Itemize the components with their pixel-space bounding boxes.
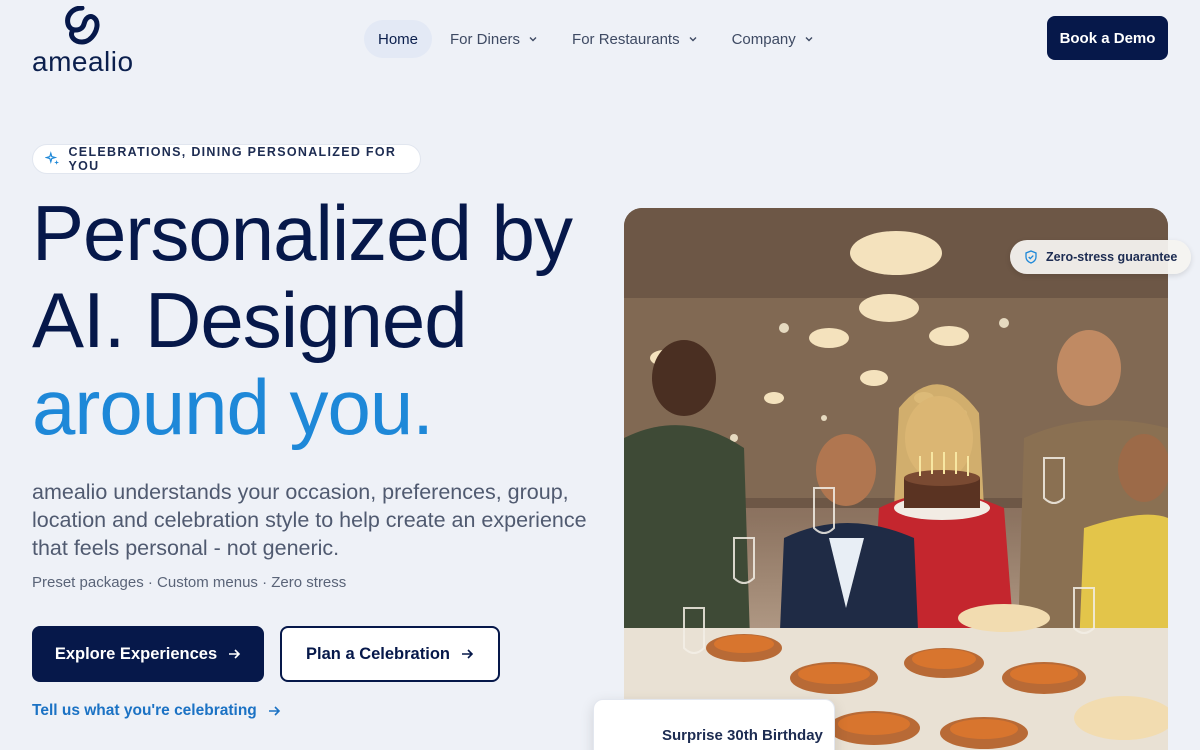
button-label: Plan a Celebration — [306, 644, 450, 663]
shield-check-icon — [1025, 250, 1037, 264]
celebrating-link[interactable]: Tell us what you're celebrating — [32, 702, 281, 720]
nav-item-label: Home — [378, 30, 419, 48]
brand-name: amealio — [32, 46, 134, 77]
chevron-down-icon — [529, 37, 537, 42]
zero-stress-label: Zero-stress guarantee — [1046, 250, 1178, 264]
hero-subtext: Preset packages · Custom menus · Zero st… — [32, 574, 347, 591]
button-label: Explore Experiences — [54, 644, 218, 663]
nav-item-label: Company — [731, 30, 796, 48]
arrow-right-icon — [461, 649, 474, 659]
hero-description: amealio understands your occasion, prefe… — [32, 480, 587, 560]
main-nav: Home For Diners For Restaurants Company — [364, 20, 834, 58]
zero-stress-badge: Zero-stress guarantee — [1010, 240, 1191, 274]
hero-badge-label: CELEBRATIONS, DINING PERSONALIZED FOR YO… — [68, 145, 397, 173]
nav-item-for-diners[interactable]: For Diners — [436, 20, 552, 58]
hero-image — [624, 208, 1168, 750]
sparkle-icon — [45, 151, 60, 165]
book-demo-button[interactable]: Book a Demo — [1047, 16, 1168, 60]
hero-badge: CELEBRATIONS, DINING PERSONALIZED FOR YO… — [32, 144, 421, 174]
nav-item-company[interactable]: Company — [718, 20, 828, 58]
celebration-card-title: Surprise 30th Birthday — [662, 727, 823, 744]
plan-celebration-button[interactable]: Plan a Celebration — [280, 626, 500, 682]
headline-accent: around you. — [32, 363, 434, 451]
nav-item-home[interactable]: Home — [364, 20, 433, 58]
headline-line-2: AI. Designed — [32, 276, 468, 364]
explore-experiences-button[interactable]: Explore Experiences — [32, 626, 264, 682]
nav-item-label: For Restaurants — [572, 30, 680, 48]
brand-logo[interactable]: amealio — [32, 6, 133, 77]
arrow-right-icon — [229, 649, 241, 659]
headline-line-1: Personalized by — [32, 189, 573, 277]
chevron-down-icon — [805, 37, 813, 42]
nav-item-for-restaurants[interactable]: For Restaurants — [558, 20, 712, 58]
celebration-photo-illustration — [624, 208, 1168, 750]
arrow-right-icon — [268, 706, 280, 716]
celebration-card[interactable]: Surprise 30th Birthday — [593, 699, 835, 750]
nav-item-label: For Diners — [450, 30, 521, 48]
hero-headline: Personalized by AI. Designed around you. — [32, 190, 612, 451]
amealio-logo-icon — [65, 6, 100, 45]
chevron-down-icon — [689, 37, 697, 42]
link-label: Tell us what you're celebrating — [32, 702, 257, 719]
